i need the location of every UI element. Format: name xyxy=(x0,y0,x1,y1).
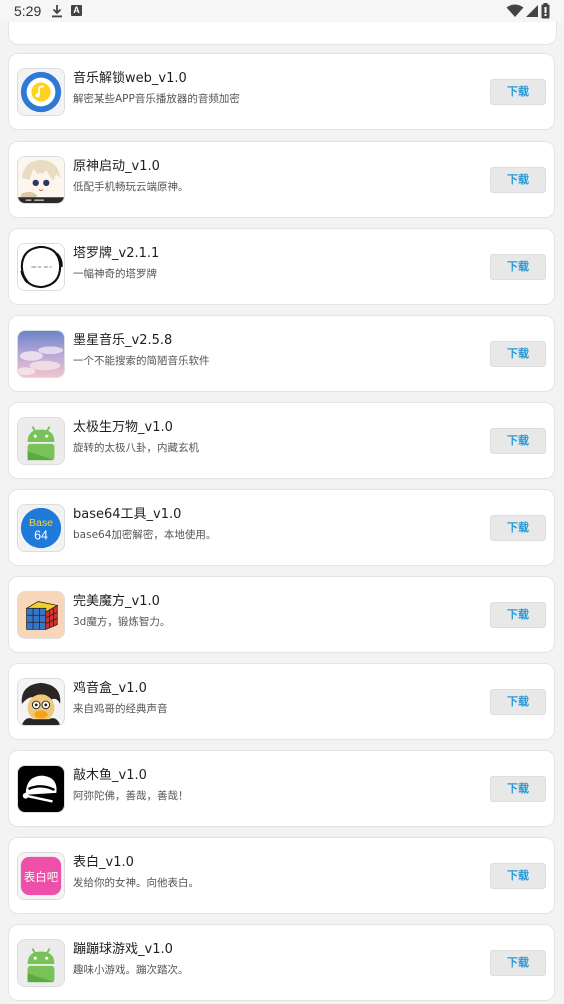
download-button[interactable]: 下载 xyxy=(490,863,546,889)
list-item: 敲木鱼_v1.0 阿弥陀佛，善哉，善哉！ 下载 xyxy=(8,750,555,827)
sky-clouds-icon xyxy=(17,330,65,378)
wooden-fish-icon xyxy=(17,765,65,813)
download-button[interactable]: 下载 xyxy=(490,950,546,976)
confession-icon: 表白吧 xyxy=(17,852,65,900)
list-item: 音乐解锁web_v1.0 解密某些APP音乐播放器的音频加密 下载 xyxy=(8,53,555,130)
app-name: 鸡音盒_v1.0 xyxy=(73,681,147,696)
list-item: 完美魔方_v1.0 3d魔方，锻炼智力。 下载 xyxy=(8,576,555,653)
download-button[interactable]: 下载 xyxy=(490,428,546,454)
app-description: 旋转的太极八卦，内藏玄机 xyxy=(73,442,199,454)
download-notification-icon xyxy=(52,5,62,18)
app-name: 蹦蹦球游戏_v1.0 xyxy=(73,942,173,957)
app-description: 一个不能搜索的简陋音乐软件 xyxy=(73,355,210,367)
app-description: 发给你的女神。向他表白。 xyxy=(73,877,199,889)
app-name: base64工具_v1.0 xyxy=(73,507,182,522)
android-robot-icon xyxy=(17,417,65,465)
download-button[interactable]: 下载 xyxy=(490,79,546,105)
app-description: base64加密解密，本地使用。 xyxy=(73,529,217,541)
app-description: 来自鸡哥的经典声音 xyxy=(73,703,168,715)
tarot-circle-icon xyxy=(17,243,65,291)
app-description: 趣味小游戏。蹦次踏次。 xyxy=(73,964,189,976)
list-item: 表白吧 表白_v1.0 发给你的女神。向他表白。 下载 xyxy=(8,837,555,914)
list-item: 太极生万物_v1.0 旋转的太极八卦，内藏玄机 下载 xyxy=(8,402,555,479)
download-button[interactable]: 下载 xyxy=(490,776,546,802)
list-item: 原神启动_v1.0 低配手机畅玩云端原神。 下载 xyxy=(8,141,555,218)
app-name: 塔罗牌_v2.1.1 xyxy=(73,246,160,261)
wifi-icon xyxy=(506,4,524,17)
app-description: 阿弥陀佛，善哉，善哉！ xyxy=(73,790,189,802)
app-name: 敲木鱼_v1.0 xyxy=(73,768,147,783)
app-name: 原神启动_v1.0 xyxy=(73,159,160,174)
genshin-character-icon xyxy=(17,156,65,204)
list-item: 蹦蹦球游戏_v1.0 趣味小游戏。蹦次踏次。 下载 xyxy=(8,924,555,1001)
download-button[interactable]: 下载 xyxy=(490,167,546,193)
base64-icon-text-top: Base xyxy=(29,517,53,529)
base64-icon: Base 64 xyxy=(17,504,65,552)
signal-icon xyxy=(526,5,538,17)
app-description: 一幅神奇的塔罗牌 xyxy=(73,268,157,280)
a-notification-icon: A xyxy=(71,5,82,16)
base64-icon-text-bottom: 64 xyxy=(34,529,48,543)
confession-icon-text: 表白吧 xyxy=(24,870,59,884)
status-time: 5:29 xyxy=(14,3,42,19)
chicken-avatar-icon xyxy=(17,678,65,726)
app-description: 解密某些APP音乐播放器的音频加密 xyxy=(73,93,240,105)
download-button[interactable]: 下载 xyxy=(490,254,546,280)
music-unlock-icon xyxy=(17,68,65,116)
app-name: 表白_v1.0 xyxy=(73,855,134,870)
download-button[interactable]: 下载 xyxy=(490,341,546,367)
app-name: 太极生万物_v1.0 xyxy=(73,420,173,435)
list-item: 塔罗牌_v2.1.1 一幅神奇的塔罗牌 下载 xyxy=(8,228,555,305)
download-button[interactable]: 下载 xyxy=(490,689,546,715)
status-bar: 5:29 A xyxy=(0,0,564,22)
android-robot-icon xyxy=(17,939,65,987)
battery-icon xyxy=(541,3,550,19)
list-item: 鸡音盒_v1.0 来自鸡哥的经典声音 下载 xyxy=(8,663,555,740)
app-name: 墨星音乐_v2.5.8 xyxy=(73,333,173,348)
app-name: 完美魔方_v1.0 xyxy=(73,594,160,609)
list-item: Base 64 base64工具_v1.0 base64加密解密，本地使用。 下… xyxy=(8,489,555,566)
app-description: 3d魔方，锻炼智力。 xyxy=(73,616,171,628)
list-item: 墨星音乐_v2.5.8 一个不能搜索的简陋音乐软件 下载 xyxy=(8,315,555,392)
rubiks-cube-icon xyxy=(17,591,65,639)
app-description: 低配手机畅玩云端原神。 xyxy=(73,181,189,193)
app-name: 音乐解锁web_v1.0 xyxy=(73,71,187,86)
download-button[interactable]: 下载 xyxy=(490,515,546,541)
download-button[interactable]: 下载 xyxy=(490,602,546,628)
